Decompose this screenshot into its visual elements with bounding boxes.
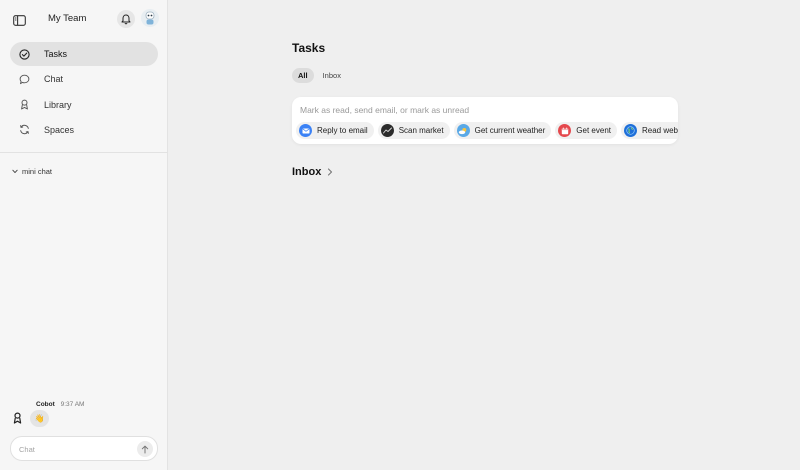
suggestion-get-current-weather[interactable]: Get current weather: [453, 122, 552, 139]
sidebar-item-label: Spaces: [44, 124, 75, 135]
team-name[interactable]: My Team: [48, 13, 86, 24]
mini-chat-label: mini chat: [22, 167, 53, 176]
send-button[interactable]: [137, 441, 153, 457]
chat-input[interactable]: [19, 442, 129, 456]
sidebar-item-tasks[interactable]: Tasks: [10, 42, 158, 66]
library-icon: [19, 99, 30, 110]
user-avatar[interactable]: [141, 9, 159, 27]
tab-inbox[interactable]: Inbox: [317, 68, 347, 83]
notifications-button[interactable]: [117, 10, 135, 28]
task-tabs: All Inbox: [292, 68, 350, 83]
chevron-down-icon: [12, 169, 18, 175]
market-icon: [380, 124, 394, 137]
sidebar-item-chat[interactable]: Chat: [10, 67, 158, 91]
sidebar-item-label: Chat: [44, 74, 64, 85]
spaces-icon: [19, 124, 30, 135]
page-title: Tasks: [292, 41, 326, 55]
chat-bubble-icon: [19, 74, 30, 85]
suggestion-scan-market[interactable]: Scan market: [377, 122, 450, 139]
robot-avatar-icon: [145, 11, 155, 25]
suggestion-get-event[interactable]: Get event: [555, 122, 617, 139]
bell-icon: [121, 14, 131, 24]
sidebar-divider: [0, 152, 168, 153]
sidebar-item-label: Library: [44, 99, 72, 110]
sidebar-toggle-button[interactable]: [11, 12, 27, 28]
suggestion-reply-to-email[interactable]: Reply to email: [296, 122, 374, 139]
sidebar-item-library[interactable]: Library: [10, 93, 158, 117]
suggestion-label: Scan market: [398, 126, 444, 135]
suggestion-label: Reply to email: [317, 126, 368, 135]
suggestion-read-web-page[interactable]: Read web page: [620, 122, 678, 139]
arrow-up-icon: [141, 445, 149, 453]
sidebar-item-spaces[interactable]: Spaces: [10, 118, 158, 142]
suggestion-label: Get current weather: [474, 126, 546, 135]
calendar-icon: [558, 124, 572, 137]
mini-chat-toggle[interactable]: mini chat: [12, 167, 52, 176]
sidebar-panel-icon: [12, 14, 26, 26]
inbox-section-title: Inbox: [292, 166, 322, 178]
main-content: Tasks All Inbox Reply to email Scan mark…: [169, 0, 800, 470]
sidebar-nav: Tasks Chat Library Spaces: [10, 42, 158, 143]
sidebar: My Team Tasks Chat Library Spaces mini c…: [0, 0, 168, 470]
message-sender: Cobot: [36, 401, 55, 408]
chevron-right-icon: [328, 168, 333, 176]
sidebar-header: My Team: [0, 8, 168, 32]
mini-chat-composer: [10, 436, 158, 461]
person-icon: [13, 412, 22, 424]
globe-icon: [623, 124, 637, 137]
inbox-section-header[interactable]: Inbox: [292, 166, 333, 178]
sidebar-item-label: Tasks: [44, 49, 68, 59]
message-timestamp: 9:37 AM: [60, 401, 85, 408]
suggestion-label: Get event: [576, 126, 611, 135]
suggestion-chips: Reply to email Scan market Get current w…: [296, 122, 678, 139]
message-bubble: 👋: [30, 410, 49, 427]
mail-icon: [299, 124, 312, 137]
task-composer: Reply to email Scan market Get current w…: [292, 97, 678, 144]
task-command-input[interactable]: [300, 103, 668, 117]
tab-all[interactable]: All: [292, 68, 314, 83]
weather-icon: [456, 124, 470, 137]
check-circle-icon: [19, 48, 30, 60]
message-meta: Cobot 9:37 AM: [36, 401, 84, 408]
suggestion-label: Read web page: [641, 126, 678, 135]
